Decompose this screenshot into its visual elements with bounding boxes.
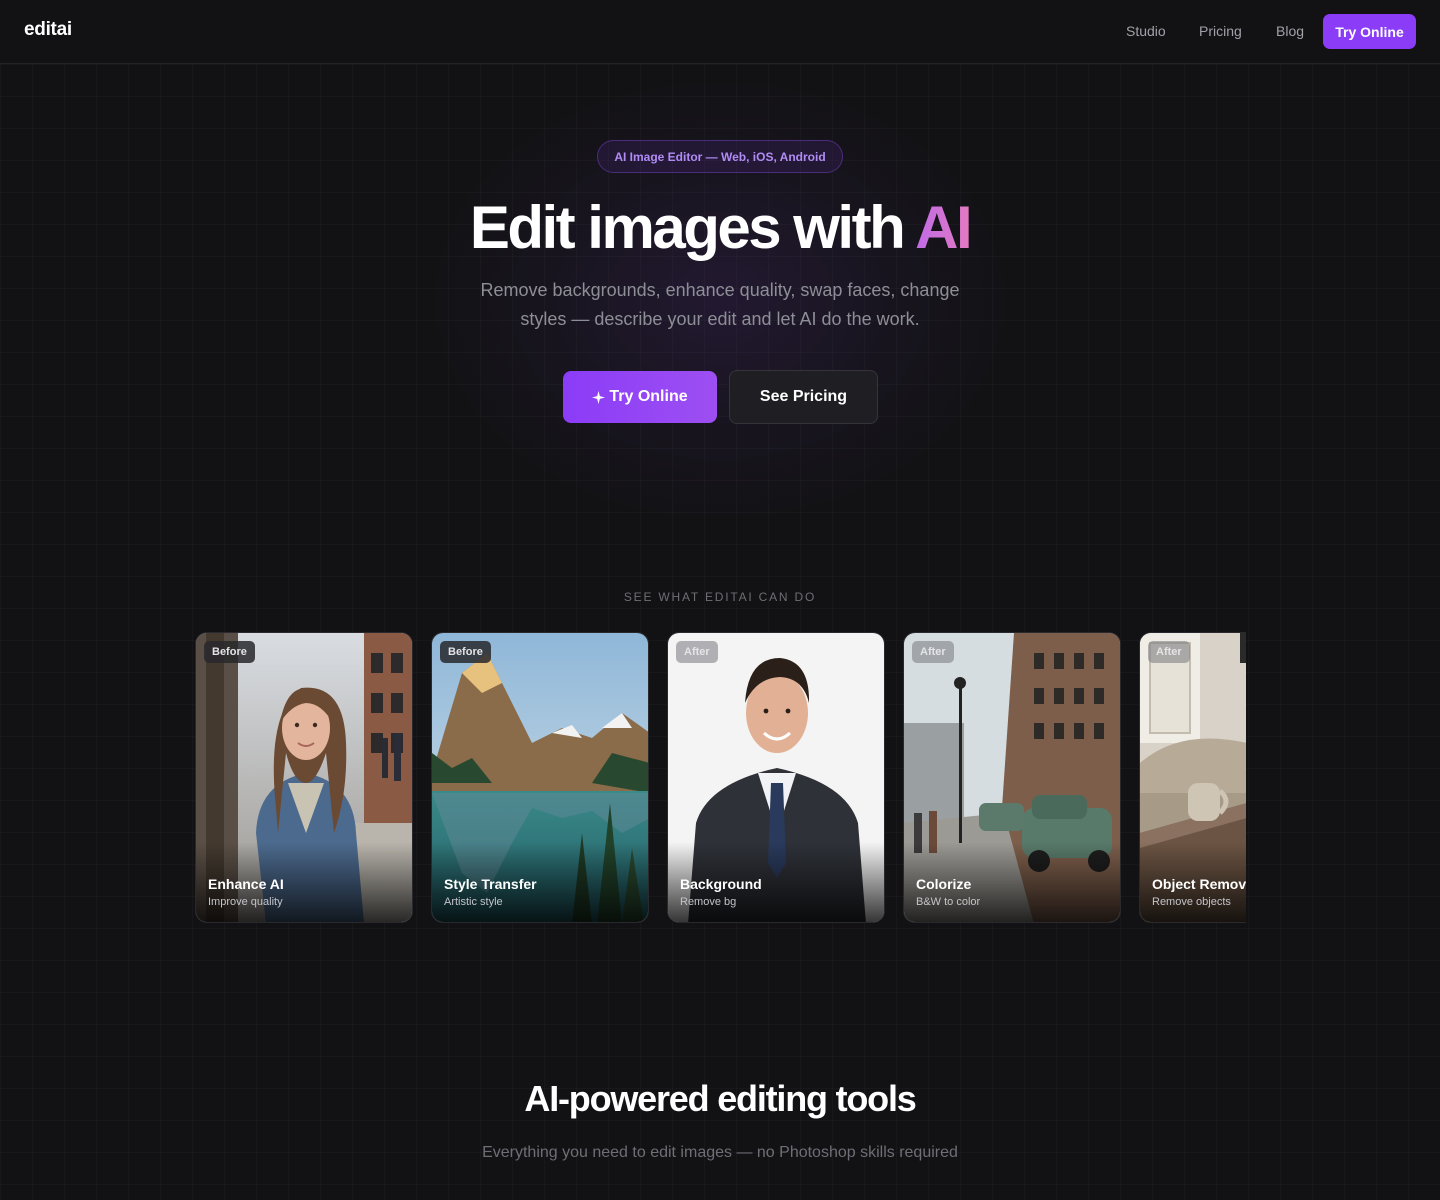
card-tag: Before (440, 641, 491, 663)
top-nav: editai Studio Pricing Blog Try Online (0, 0, 1440, 64)
showcase-card-background[interactable]: After Background Remove bg (667, 632, 885, 923)
card-subtitle: Remove objects (1152, 896, 1231, 908)
card-subtitle: Artistic style (444, 896, 503, 908)
card-tag: After (912, 641, 954, 663)
card-title: Colorize (916, 876, 972, 892)
card-subtitle: Remove bg (680, 896, 737, 908)
card-subtitle: B&W to color (916, 896, 981, 908)
nav-link-studio[interactable]: Studio (1126, 23, 1166, 39)
hero-subtitle: Remove backgrounds, enhance quality, swa… (480, 280, 960, 329)
card-title: Style Transfer (444, 876, 537, 892)
hero-see-pricing-button[interactable]: See Pricing (729, 370, 878, 424)
card-title: Enhance AI (208, 876, 284, 892)
showcase-card-colorize[interactable]: After Colorize B&W to color (903, 632, 1121, 923)
tools-title: AI-powered editing tools (524, 1078, 916, 1119)
sparkle-icon (592, 390, 606, 404)
logo[interactable]: editai (24, 19, 72, 41)
hero-badge: AI Image Editor — Web, iOS, Android (597, 140, 843, 173)
showcase-card-enhance[interactable]: Before Enhance AI Improve quality (195, 632, 413, 923)
hero-title: Edit images with AI (0, 192, 1440, 264)
card-subtitle: Improve quality (208, 896, 283, 908)
hero-title-main: Edit images with (469, 194, 916, 261)
card-title: Object Removal (1152, 876, 1246, 892)
nav-try-online-button[interactable]: Try Online (1323, 14, 1416, 49)
showcase-card-object-removal[interactable]: After Object Removal Remove objects (1139, 632, 1246, 923)
hero-try-online-button[interactable]: Try Online (563, 371, 717, 423)
showcase-carousel[interactable]: Before Enhance AI Improve quality Before… (195, 632, 1246, 923)
showcase-card-style-transfer[interactable]: Before Style Transfer Artistic style (431, 632, 649, 923)
nav-link-blog[interactable]: Blog (1276, 23, 1304, 39)
card-title: Background (680, 876, 762, 892)
nav-link-pricing[interactable]: Pricing (1199, 23, 1242, 39)
tools-subtitle: Everything you need to edit images — no … (482, 1144, 958, 1161)
showcase-eyebrow: SEE WHAT EDITAI CAN DO (623, 590, 817, 604)
card-tag: After (1148, 641, 1190, 663)
card-tag: Before (204, 641, 255, 663)
hero-try-online-label: Try Online (609, 388, 688, 405)
hero-title-accent: AI (915, 194, 973, 261)
card-tag: After (676, 641, 718, 663)
